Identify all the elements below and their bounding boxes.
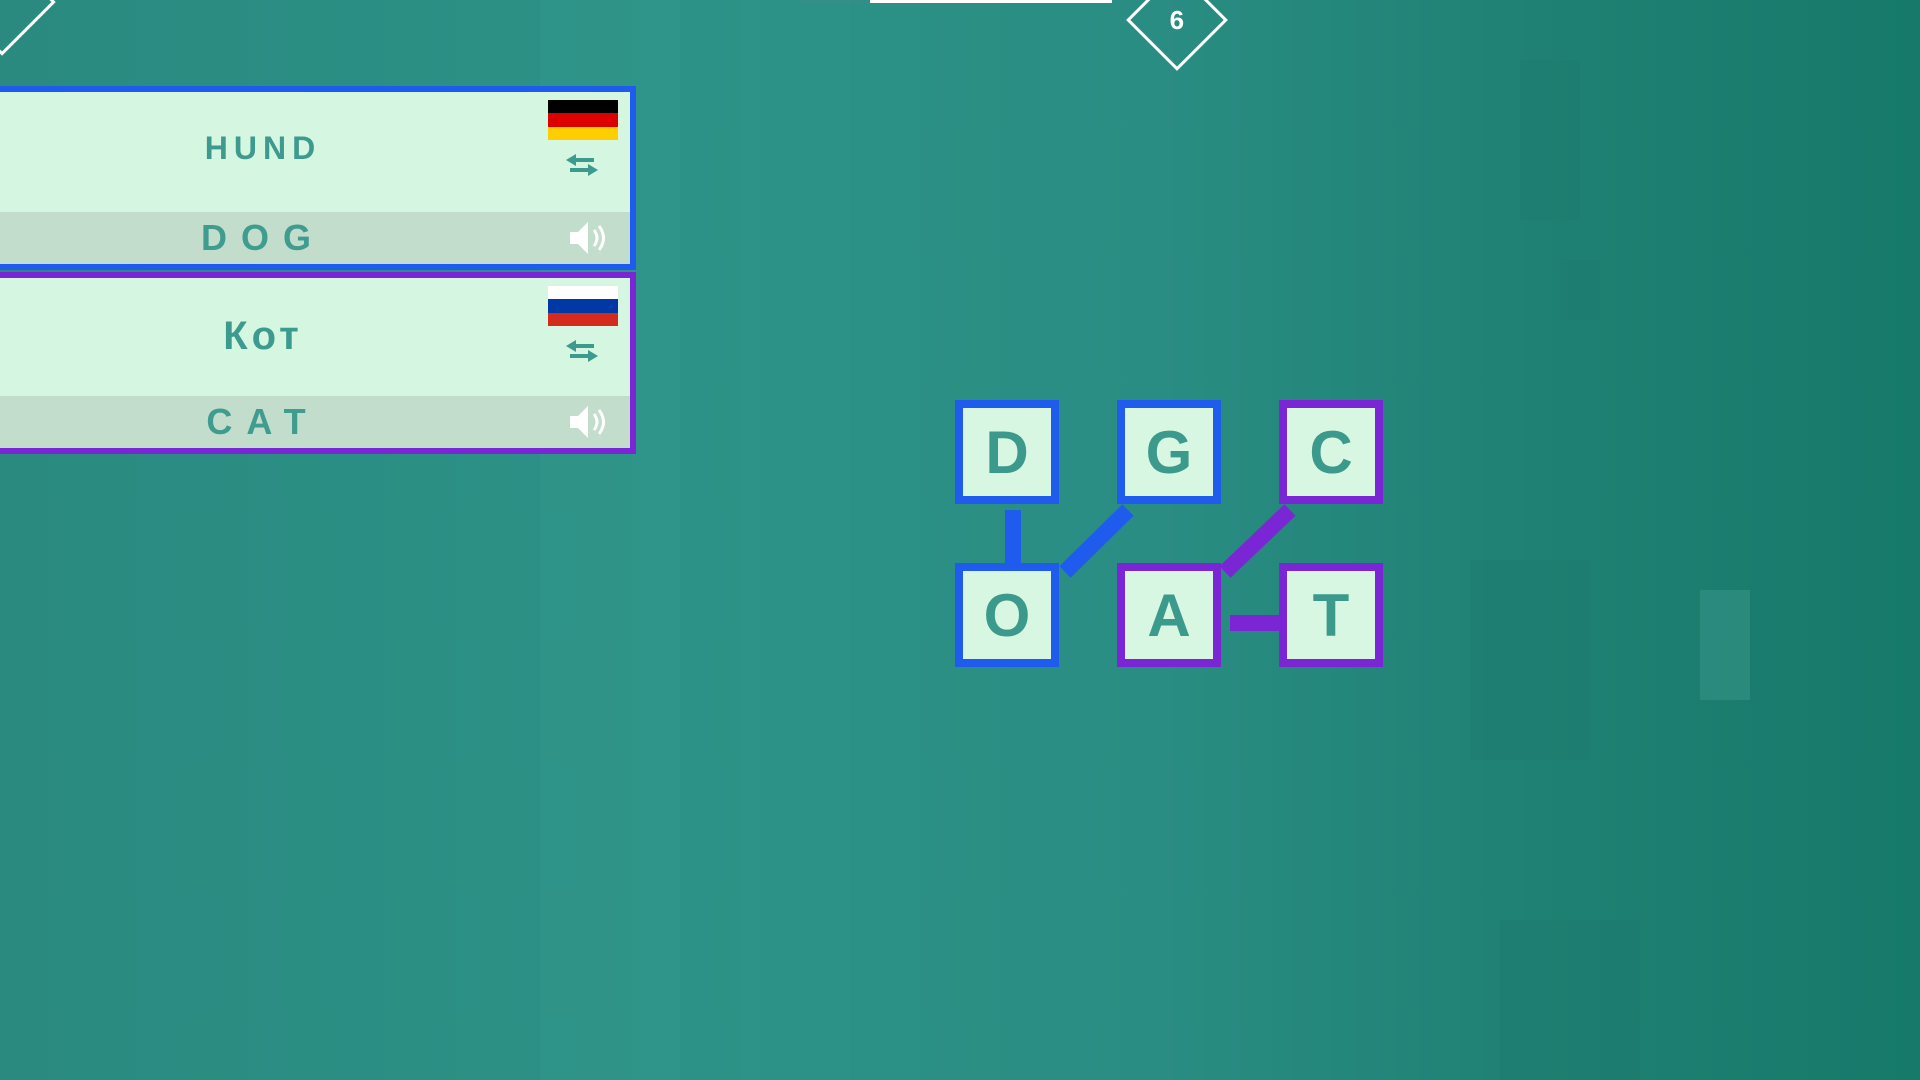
speaker-icon[interactable] (566, 218, 614, 258)
english-word: CAT (0, 396, 630, 448)
progress-bar (870, 0, 1112, 3)
background-block (1470, 560, 1590, 760)
letter-tile-t[interactable]: T (1279, 563, 1383, 667)
word-card-cat: Кот CAT (0, 272, 636, 454)
swap-arrows-icon[interactable] (562, 338, 602, 364)
letter-tile-d[interactable]: D (955, 400, 1059, 504)
background-block (1560, 260, 1600, 320)
progress-track (800, 0, 870, 3)
russia-flag-icon (548, 286, 618, 326)
letter-tile-g[interactable]: G (1117, 400, 1221, 504)
background-stripe (740, 0, 850, 1080)
background-block (1700, 590, 1750, 700)
germany-flag-icon (548, 100, 618, 140)
speaker-icon[interactable] (566, 402, 614, 442)
letter-tile-o[interactable]: O (955, 563, 1059, 667)
native-word: HUND (204, 129, 322, 166)
background-block (1520, 60, 1580, 220)
background-block (1500, 920, 1640, 1080)
letter-tile-c[interactable]: C (1279, 400, 1383, 504)
level-counter-badge: 6 (1126, 0, 1228, 71)
letter-tile-a[interactable]: A (1117, 563, 1221, 667)
level-counter-value: 6 (1169, 4, 1185, 35)
back-button[interactable] (0, 0, 56, 56)
english-word: DOG (0, 212, 630, 264)
swap-arrows-icon[interactable] (562, 152, 602, 178)
native-word: Кот (223, 313, 303, 358)
word-card-dog: HUND DOG (0, 86, 636, 270)
